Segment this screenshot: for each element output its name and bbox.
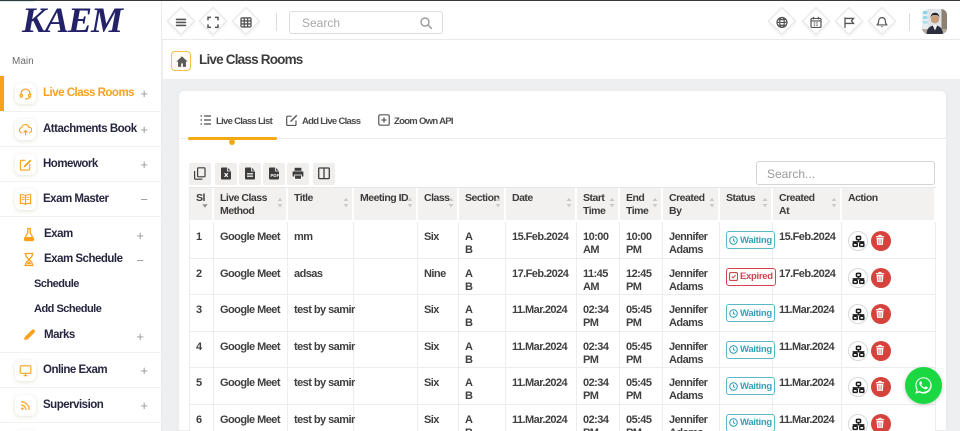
svg-text:PDF: PDF — [271, 173, 280, 178]
